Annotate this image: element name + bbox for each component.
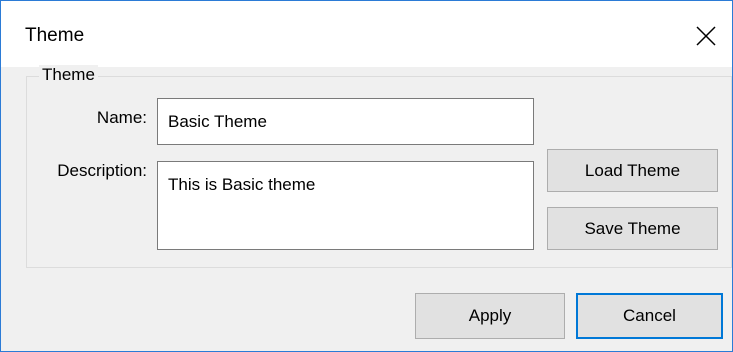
apply-button[interactable]: Apply (415, 293, 565, 339)
save-theme-button[interactable]: Save Theme (547, 207, 718, 250)
load-theme-button[interactable]: Load Theme (547, 149, 718, 192)
dialog-title: Theme (25, 25, 85, 46)
description-label: Description: (57, 161, 147, 180)
groupbox-legend: Theme (39, 65, 98, 85)
theme-dialog: Theme Theme Name: Description: This is B… (0, 0, 733, 352)
name-input[interactable] (157, 98, 534, 145)
cancel-button[interactable]: Cancel (576, 293, 723, 339)
close-button[interactable] (680, 11, 732, 61)
title-bar: Theme (1, 1, 732, 67)
name-label: Name: (96, 108, 147, 127)
close-icon (696, 26, 716, 46)
description-textarea[interactable]: This is Basic theme (157, 161, 534, 250)
